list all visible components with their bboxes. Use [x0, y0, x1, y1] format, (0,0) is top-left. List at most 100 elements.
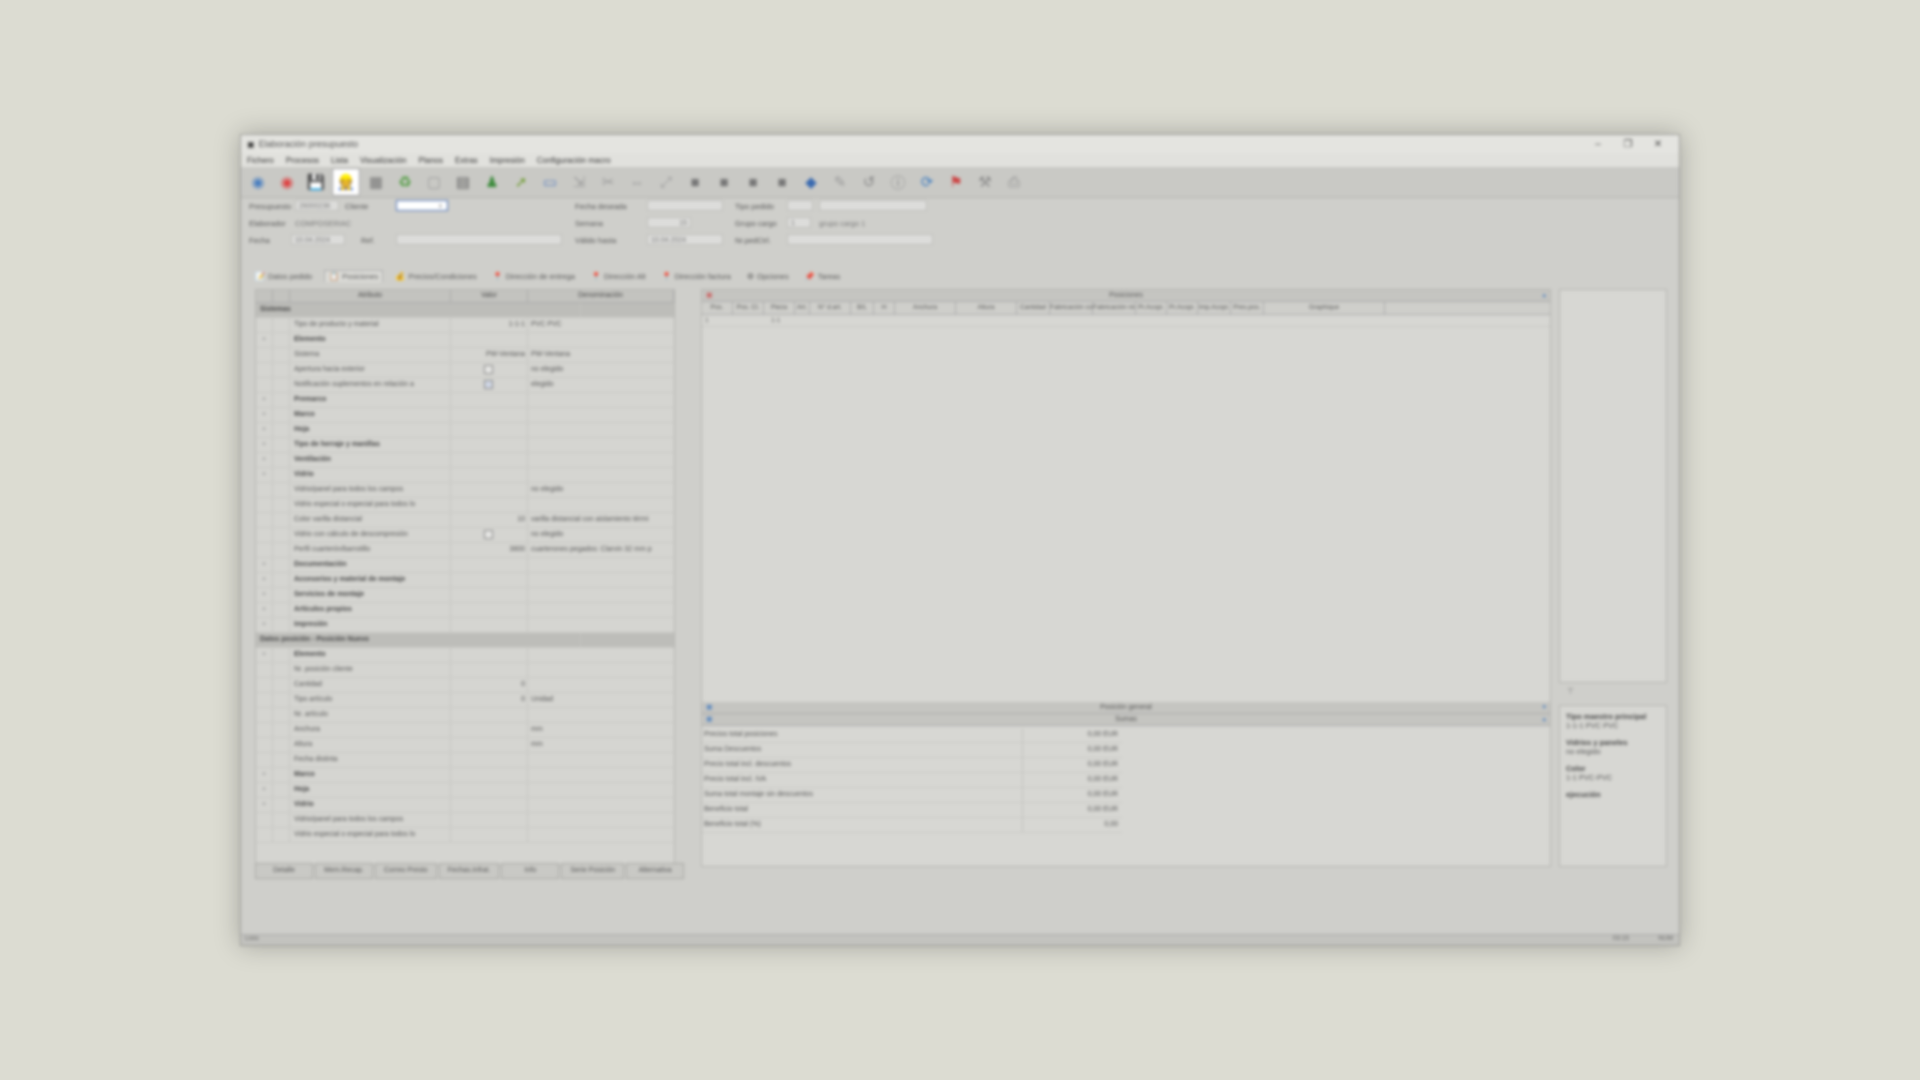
menu-planos[interactable]: Planos: [419, 156, 443, 165]
minimize-button[interactable]: –: [1583, 139, 1613, 150]
cliente-lookup-icon[interactable]: ›: [439, 201, 442, 210]
expand-toggle[interactable]: +: [256, 588, 273, 602]
collapse-icon[interactable]: ▴: [1542, 714, 1546, 725]
expand-toggle[interactable]: +: [256, 558, 273, 572]
tab-posiciones[interactable]: 📋 Posiciones: [324, 270, 384, 282]
tab-opciones[interactable]: ⚙ Opciones: [743, 270, 793, 282]
expand-toggle[interactable]: +: [256, 393, 273, 407]
column-header[interactable]: H: [874, 302, 895, 314]
column-header[interactable]: Pieza: [764, 302, 795, 314]
menu-extras[interactable]: Extras: [455, 156, 478, 165]
expand-toggle[interactable]: +: [256, 468, 273, 482]
action-button[interactable]: Alternativa: [626, 863, 685, 879]
maximize-button[interactable]: ❐: [1613, 139, 1643, 150]
expand-toggle[interactable]: +: [256, 438, 273, 452]
square-icon-2[interactable]: ■: [711, 169, 737, 195]
drawing-preview[interactable]: [1559, 289, 1667, 683]
attribute-value[interactable]: [451, 573, 528, 587]
attribute-row[interactable]: Nr. posición cliente: [256, 663, 674, 678]
expand-toggle[interactable]: +: [256, 618, 273, 632]
action-button[interactable]: Detalle: [255, 863, 313, 879]
save-icon[interactable]: 💾: [303, 169, 329, 195]
column-header[interactable]: Anchura: [895, 302, 956, 314]
expand-toggle[interactable]: +: [256, 648, 273, 662]
attribute-value[interactable]: [451, 453, 528, 467]
cut-icon[interactable]: ✂: [595, 169, 621, 195]
attribute-value[interactable]: [451, 723, 528, 737]
attribute-row[interactable]: + Ventilación: [256, 453, 674, 468]
attribute-row[interactable]: Vidrio especial o especial para todos lo: [256, 828, 674, 843]
posicion-general-bar[interactable]: ▣ Posición general ▾: [702, 702, 1550, 714]
attribute-row[interactable]: Apertura hacia exterior ☐ no elegido: [256, 363, 674, 378]
attribute-value[interactable]: [451, 498, 528, 512]
info-icon[interactable]: ◉: [245, 169, 271, 195]
attribute-row[interactable]: Tipo de producto y material 1-1-1 PVC PVC: [256, 318, 674, 333]
menu-procesos[interactable]: Procesos: [286, 156, 319, 165]
action-button[interactable]: Mem.Recap.: [315, 863, 373, 879]
menu-lista[interactable]: Lista: [331, 156, 348, 165]
tool-icon[interactable]: ⚒: [972, 169, 998, 195]
attribute-value[interactable]: [451, 618, 528, 632]
expand-toggle[interactable]: +: [256, 768, 273, 782]
checkbox[interactable]: ☐: [483, 529, 493, 539]
grid-icon[interactable]: ▤: [450, 169, 476, 195]
attribute-row[interactable]: Perfil cuarterón/barrotillo 3800 cuarteron…: [256, 543, 674, 558]
attribute-row[interactable]: + Marco: [256, 408, 674, 423]
attribute-value[interactable]: [451, 708, 528, 722]
document-icon[interactable]: ▢: [421, 169, 447, 195]
arrow-icon[interactable]: ➚: [508, 169, 534, 195]
edit-icon[interactable]: ✎: [827, 169, 853, 195]
attribute-row[interactable]: + Artículos propios: [256, 603, 674, 618]
column-header[interactable]: N° d.art.: [810, 302, 851, 314]
attribute-value[interactable]: [451, 603, 528, 617]
tab-datos-pedido[interactable]: 📝 Datos pedido: [251, 270, 316, 282]
attribute-row[interactable]: + Documentación: [256, 558, 674, 573]
attribute-value[interactable]: [451, 423, 528, 437]
map-icon[interactable]: ⚑: [943, 169, 969, 195]
expand-toggle[interactable]: +: [256, 573, 273, 587]
grupo-cargo-field[interactable]: 1: [787, 217, 811, 228]
expand-toggle[interactable]: +: [256, 453, 273, 467]
column-header[interactable]: Fabricación nivel: [1093, 302, 1136, 314]
sumas-bar[interactable]: ▣ Sumas ▴: [702, 714, 1550, 726]
attribute-row[interactable]: Sistemas: [256, 303, 674, 318]
ref-field[interactable]: [396, 234, 562, 245]
attribute-row[interactable]: + Premarco: [256, 393, 674, 408]
attribute-row[interactable]: Altura mm: [256, 738, 674, 753]
attribute-value[interactable]: 10: [451, 513, 528, 527]
attribute-row[interactable]: + Marco: [256, 768, 674, 783]
attribute-row[interactable]: + Hoja: [256, 423, 674, 438]
square-icon-1[interactable]: ■: [682, 169, 708, 195]
attribute-row[interactable]: + Accesorios y material de montaje: [256, 573, 674, 588]
column-header[interactable]: Pr.Acopi.: [1136, 302, 1167, 314]
close-button[interactable]: ✕: [1643, 139, 1673, 150]
tipo-pedido-field[interactable]: [787, 200, 813, 211]
expand-toggle[interactable]: +: [256, 603, 273, 617]
valido-field[interactable]: 10.04.2024: [647, 234, 723, 245]
attribute-value[interactable]: [451, 393, 528, 407]
square-icon-3[interactable]: ■: [740, 169, 766, 195]
filter-icon[interactable]: ⊤: [1567, 687, 1574, 696]
attribute-value[interactable]: [451, 558, 528, 572]
attribute-value[interactable]: [451, 648, 528, 662]
pin-icon[interactable]: ▴: [1542, 290, 1546, 301]
user-edit-icon[interactable]: 👷: [332, 168, 360, 196]
action-button[interactable]: Fechas.Infrat.: [438, 863, 500, 879]
column-header[interactable]: Cantidad: [1017, 302, 1050, 314]
attribute-value[interactable]: PW-Ventana: [451, 348, 528, 362]
attribute-row[interactable]: + Vidrio: [256, 468, 674, 483]
action-button[interactable]: Info: [501, 863, 560, 879]
attribute-row[interactable]: Fecha distinta: [256, 753, 674, 768]
column-header[interactable]: B/L: [851, 302, 874, 314]
fecha-deseada-field[interactable]: [647, 200, 723, 211]
attribute-value[interactable]: [451, 483, 528, 497]
action-button[interactable]: Serie Posición: [561, 863, 625, 879]
info2-icon[interactable]: ⓘ: [885, 169, 911, 195]
import-icon[interactable]: ⇲: [566, 169, 592, 195]
undo-icon[interactable]: ↺: [856, 169, 882, 195]
column-header[interactable]: Pres.pos.: [1231, 302, 1264, 314]
action-button[interactable]: Correo Presto: [375, 863, 437, 879]
column-header[interactable]: Imp.Acopi.: [1198, 302, 1231, 314]
column-header[interactable]: Pos.: [702, 302, 733, 314]
attribute-row[interactable]: Vidrio con cálculo de descompresión ☐ no e…: [256, 528, 674, 543]
